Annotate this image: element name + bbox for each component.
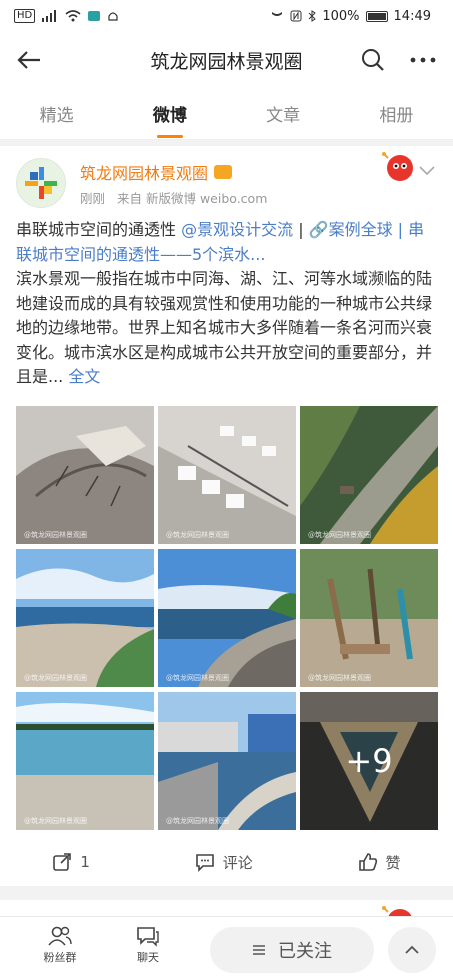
post-title: 串联城市空间的通透性	[16, 220, 182, 239]
tab-featured[interactable]: 精选	[26, 93, 88, 134]
nav-actions	[361, 48, 437, 72]
photo-7[interactable]: @筑龙网园林景观圈	[16, 692, 154, 830]
expand-button[interactable]	[388, 927, 436, 973]
photo-7-image	[16, 692, 154, 830]
photo-1-image	[16, 406, 154, 544]
wifi-icon	[65, 10, 81, 22]
photo-watermark: @筑龙网园林景观圈	[166, 531, 229, 539]
chat-button[interactable]: 聊天	[118, 925, 178, 965]
chevron-down-icon[interactable]	[418, 164, 436, 176]
battery-icon	[365, 10, 388, 22]
hd-indicator: HD	[14, 9, 36, 23]
photo-8[interactable]: @筑龙网园林景观圈	[158, 692, 296, 830]
repost-count: 1	[80, 853, 90, 871]
photo-2-image	[158, 406, 296, 544]
post-card: 筑龙网园林景观圈 刚刚 来自 新版微博 weibo.com 串联城市空间的通透性…	[0, 146, 453, 886]
post-actions: 1 评论 赞	[0, 842, 453, 882]
app-notification-icon	[88, 11, 101, 21]
thumbs-up-icon	[358, 853, 377, 871]
photo-watermark: @筑龙网园林景观圈	[308, 674, 371, 682]
photo-watermark: @筑龙网园林景观圈	[24, 817, 87, 825]
photo-grid: @筑龙网园林景观圈 @筑龙网园林景观圈 @筑龙网园林景观圈 @筑龙网园林景观圈 …	[16, 406, 438, 830]
photo-watermark: @筑龙网园林景观圈	[24, 531, 87, 539]
photo-6-image	[300, 549, 438, 687]
status-bar: HD 100% 14:49	[0, 0, 453, 32]
menu-lines-icon	[253, 945, 265, 955]
chat-label: 聊天	[137, 951, 159, 964]
battery-percent: 100%	[322, 8, 360, 24]
post-separator: |	[293, 220, 309, 239]
following-button[interactable]: 已关注	[210, 927, 374, 973]
tab-album[interactable]: 相册	[365, 93, 427, 134]
photo-6[interactable]: @筑龙网园林景观圈	[300, 549, 438, 687]
comment-icon	[195, 854, 214, 872]
photo-4-image	[16, 549, 154, 687]
signal-icon	[42, 10, 57, 22]
post-time: 刚刚	[80, 191, 106, 206]
group-icon	[48, 926, 72, 946]
like-label: 赞	[385, 853, 401, 872]
more-photos-overlay[interactable]: +9	[300, 692, 438, 830]
photo-watermark: @筑龙网园林景观圈	[166, 674, 229, 682]
fans-group-label: 粉丝群	[43, 951, 77, 964]
photo-watermark: @筑龙网园林景观圈	[24, 674, 87, 682]
clock: 14:49	[393, 8, 431, 24]
back-arrow-icon[interactable]	[16, 50, 42, 70]
avatar[interactable]	[16, 158, 66, 208]
tab-bar: 精选 微博 文章 相册	[0, 88, 453, 140]
mention-link[interactable]: @景观设计交流	[181, 220, 293, 239]
photo-8-image	[158, 692, 296, 830]
status-right: 100% 14:49	[270, 9, 431, 24]
photo-3-image	[300, 406, 438, 544]
bluetooth-icon	[309, 10, 317, 22]
nfc-icon	[290, 10, 302, 22]
photo-1[interactable]: @筑龙网园林景观圈	[16, 406, 154, 544]
alarm-icon	[272, 12, 283, 16]
tab-weibo[interactable]: 微博	[139, 93, 201, 138]
more-icon[interactable]	[409, 56, 437, 64]
photo-watermark: @筑龙网园林景观圈	[308, 531, 371, 539]
chevron-up-icon	[405, 945, 419, 954]
comment-label: 评论	[222, 853, 253, 872]
bell-icon	[108, 11, 118, 21]
like-button[interactable]: 赞	[358, 852, 401, 873]
author-name-text: 筑龙网园林景观圈	[80, 164, 209, 183]
photo-5[interactable]: @筑龙网园林景观圈	[158, 549, 296, 687]
tab-articles[interactable]: 文章	[252, 93, 314, 134]
mascot-icon	[382, 152, 413, 181]
vip-badge-icon	[214, 165, 233, 179]
comment-button[interactable]: 评论	[195, 852, 253, 873]
fans-group-button[interactable]: 粉丝群	[30, 925, 90, 965]
nav-bar: 筑龙网园林景观圈	[0, 32, 453, 88]
photo-4[interactable]: @筑龙网园林景观圈	[16, 549, 154, 687]
photo-9[interactable]: +9	[300, 692, 438, 830]
photo-3[interactable]: @筑龙网园林景观圈	[300, 406, 438, 544]
repost-icon	[53, 853, 72, 871]
brand-logo-icon	[25, 167, 57, 199]
status-left: HD	[14, 9, 119, 23]
read-more-link[interactable]: 全文	[68, 367, 100, 386]
post-source: 来自 新版微博 weibo.com	[117, 191, 268, 206]
photo-2[interactable]: @筑龙网园林景观圈	[158, 406, 296, 544]
following-label: 已关注	[278, 941, 332, 962]
photo-5-image	[158, 549, 296, 687]
chat-icon	[137, 927, 159, 947]
post-text: 串联城市空间的通透性 @景观设计交流 | 🔗案例全球 | 串联城市空间的通透性—…	[16, 218, 440, 390]
search-icon[interactable]	[361, 48, 385, 72]
photo-watermark: @筑龙网园林景观圈	[166, 817, 229, 825]
author-name[interactable]: 筑龙网园林景观圈	[80, 160, 233, 184]
post-meta: 刚刚 来自 新版微博 weibo.com	[80, 188, 275, 207]
repost-button[interactable]: 1	[52, 852, 90, 872]
bottom-bar: 粉丝群 聊天 已关注	[0, 916, 453, 980]
